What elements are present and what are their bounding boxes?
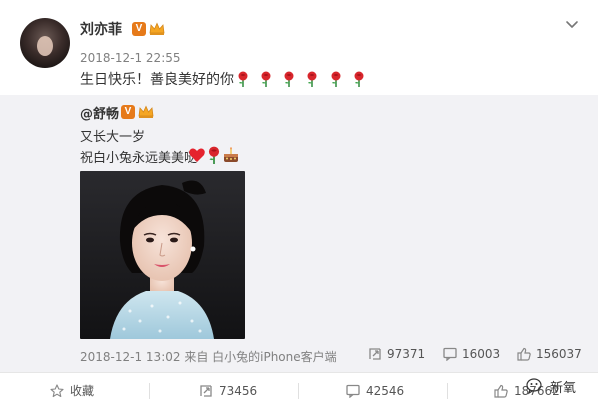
comment-icon xyxy=(443,347,457,361)
heart-icon xyxy=(189,148,205,162)
cake-icon xyxy=(224,147,238,162)
rose-icon xyxy=(284,71,294,87)
comment-count-text: 16003 xyxy=(462,347,501,361)
repost-photo[interactable] xyxy=(80,171,245,339)
comment-action-count: 42546 xyxy=(366,383,405,398)
repost-icon xyxy=(200,384,212,397)
post-time[interactable]: 2018-12-1 22:55 xyxy=(80,51,181,65)
divider xyxy=(298,383,299,399)
star-icon xyxy=(50,383,64,397)
wechat-icon xyxy=(526,378,542,395)
rose-icon xyxy=(331,71,341,87)
repost-username[interactable]: @舒畅 xyxy=(80,103,119,122)
repost-text-line1: 又长大一岁 xyxy=(80,130,146,145)
rose-icon xyxy=(261,71,271,87)
repost-text-line2: 祝白小兔永远美美哒 xyxy=(80,151,198,166)
like-icon xyxy=(517,347,531,361)
watermark-text: 新氧 xyxy=(550,380,577,396)
like-count-text: 156037 xyxy=(536,347,582,361)
repost-meta: 2018-12-1 13:02 来自 白小兔的iPhone客户端 xyxy=(80,350,337,364)
rose-icon xyxy=(354,71,364,87)
avatar[interactable] xyxy=(20,18,70,68)
repost-button[interactable]: 73456 xyxy=(199,373,257,407)
repost-icon xyxy=(369,348,381,360)
like-icon xyxy=(494,384,508,398)
verified-badge-icon: V xyxy=(121,105,135,119)
verified-badge-icon: V xyxy=(132,22,146,36)
rose-icon xyxy=(208,146,220,164)
chevron-down-icon[interactable] xyxy=(564,16,580,32)
divider xyxy=(447,383,448,399)
crown-badge-icon xyxy=(149,22,165,36)
rose-icon xyxy=(307,71,317,87)
crown-badge-icon xyxy=(138,105,154,119)
repost-action-count: 73456 xyxy=(219,383,258,398)
favorite-button[interactable]: 收藏 xyxy=(50,373,94,407)
repost-like-count[interactable]: 156037 xyxy=(517,345,582,363)
post-text: 生日快乐！善良美好的你 xyxy=(80,72,234,88)
comment-icon xyxy=(346,384,360,398)
repost-repost-count[interactable]: 97371 xyxy=(368,345,425,363)
divider xyxy=(149,383,150,399)
weibo-post: 刘亦菲 V 2018-12-1 22:55 生日快乐！善良美好的你 @舒畅 V … xyxy=(0,0,598,407)
repost-count-text: 97371 xyxy=(387,347,426,361)
action-bar: 收藏 73456 42546 187662 xyxy=(0,372,598,407)
repost-comment-count[interactable]: 16003 xyxy=(443,345,500,363)
post-username[interactable]: 刘亦菲 xyxy=(80,19,122,39)
favorite-label: 收藏 xyxy=(70,384,95,398)
rose-emoji-row xyxy=(235,71,370,87)
comment-button[interactable]: 42546 xyxy=(346,373,404,407)
rose-icon xyxy=(238,71,248,87)
watermark: 新氧 xyxy=(526,374,576,398)
